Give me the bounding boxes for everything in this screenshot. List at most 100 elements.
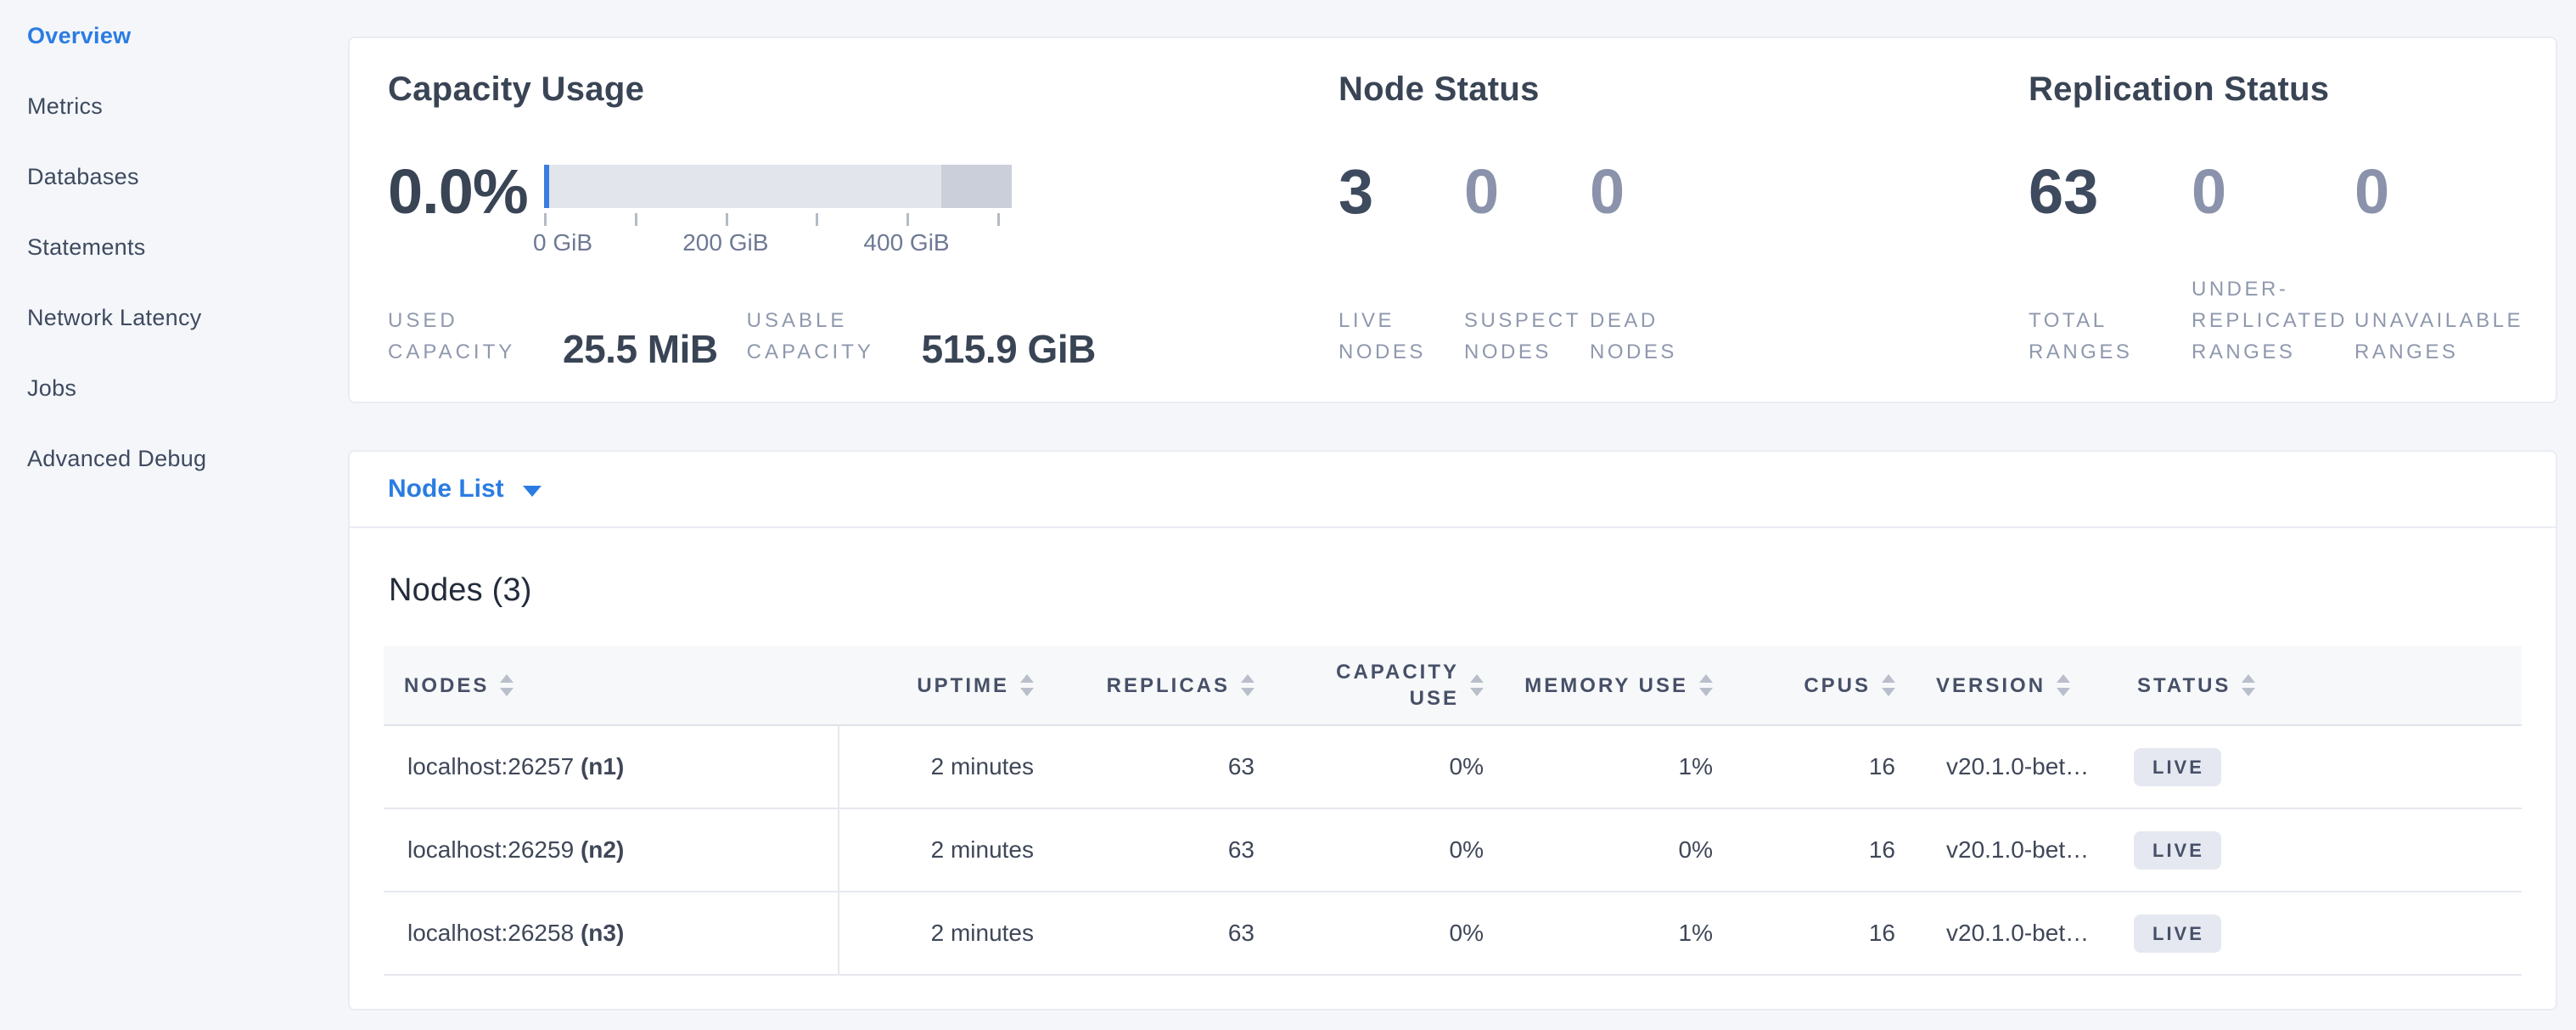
suspect-nodes-label: SUSPECT NODES <box>1464 305 1590 368</box>
sidebar-item-network-latency[interactable]: Network Latency <box>27 304 348 331</box>
uptime-cell: 2 minutes <box>839 892 1054 975</box>
node-row-n2[interactable]: localhost:26259 (n2) 2 minutes 63 0% 0% … <box>384 808 2522 892</box>
node-list-dropdown-label: Node List <box>388 475 504 504</box>
sidebar: Overview Metrics Databases Statements Ne… <box>0 0 348 1030</box>
node-status-metrics: 3 0 0 <box>1339 165 2029 219</box>
sidebar-item-advanced-debug[interactable]: Advanced Debug <box>27 445 348 472</box>
nodes-table: NODES UPTIME REPLICAS CAPACITY USE <box>384 646 2522 976</box>
sidebar-item-jobs[interactable]: Jobs <box>27 374 348 402</box>
node-list-card: Node List Nodes (3) NODES <box>348 450 2557 1010</box>
total-ranges-count: 63 <box>2029 165 2192 219</box>
column-label: MEMORY USE <box>1524 673 1688 699</box>
status-badge: LIVE <box>2134 915 2221 953</box>
column-label: STATUS <box>2137 673 2231 699</box>
column-label: NODES <box>404 673 489 699</box>
column-label: CAPACITY USE <box>1330 659 1459 712</box>
node-status-section: Node Status 3 0 0 LIVE NODES SUSPECT NOD… <box>1339 70 2029 368</box>
node-row-n1[interactable]: localhost:26257 (n1) 2 minutes 63 0% 1% … <box>384 725 2522 808</box>
sidebar-item-overview[interactable]: Overview <box>27 22 348 49</box>
capacity-usage-title: Capacity Usage <box>388 70 1339 109</box>
sort-icon <box>2242 674 2255 696</box>
sidebar-item-statements[interactable]: Statements <box>27 234 348 261</box>
node-address: localhost:26257 <box>407 753 574 780</box>
axis-label-200gib: 200 GiB <box>682 229 768 256</box>
usable-capacity-stat: USABLE CAPACITY 515.9 GiB <box>747 305 1096 368</box>
capacity-use-cell: 0% <box>1275 808 1504 892</box>
caret-down-icon <box>523 486 542 497</box>
replicas-cell: 63 <box>1054 808 1275 892</box>
memory-use-cell: 1% <box>1504 725 1733 808</box>
capacity-use-cell: 0% <box>1275 725 1504 808</box>
nodes-section-title: Nodes (3) <box>389 572 2522 609</box>
dead-nodes-count: 0 <box>1590 165 1715 219</box>
sort-icon <box>1241 674 1254 696</box>
column-label: VERSION <box>1936 673 2046 699</box>
replication-status-section: Replication Status 63 0 0 TOTAL RANGES U… <box>2029 70 2517 368</box>
node-address-cell: localhost:26259 (n2) <box>384 808 839 892</box>
capacity-percent: 0.0% <box>388 165 544 219</box>
used-capacity-value: 25.5 MiB <box>563 330 718 368</box>
node-address: localhost:26258 <box>407 920 574 946</box>
node-address-cell: localhost:26257 (n1) <box>384 725 839 808</box>
nodes-table-header-row: NODES UPTIME REPLICAS CAPACITY USE <box>384 646 2522 725</box>
capacity-bar-chart: 0 GiB 200 GiB 400 GiB <box>544 165 1012 258</box>
capacity-bar <box>544 165 1012 208</box>
column-header-uptime[interactable]: UPTIME <box>839 646 1054 725</box>
sort-icon <box>1020 674 1034 696</box>
column-header-status[interactable]: STATUS <box>2117 646 2522 725</box>
used-capacity-stat: USED CAPACITY 25.5 MiB <box>388 305 718 368</box>
capacity-chart: 0.0% 0 GiB 200 GiB <box>388 165 1339 258</box>
column-header-cpus[interactable]: CPUS <box>1733 646 1916 725</box>
node-id: (n1) <box>581 753 624 780</box>
status-cell: LIVE <box>2117 808 2522 892</box>
unavailable-ranges-count: 0 <box>2354 165 2517 219</box>
node-list-dropdown[interactable]: Node List <box>388 475 542 504</box>
status-badge: LIVE <box>2134 748 2221 786</box>
node-address-cell: localhost:26258 (n3) <box>384 892 839 975</box>
capacity-stats: USED CAPACITY 25.5 MiB USABLE CAPACITY 5… <box>388 305 1339 368</box>
main-content: Capacity Usage 0.0% <box>348 0 2576 1030</box>
column-header-memory-use[interactable]: MEMORY USE <box>1504 646 1733 725</box>
column-header-capacity-use[interactable]: CAPACITY USE <box>1275 646 1504 725</box>
uptime-cell: 2 minutes <box>839 725 1054 808</box>
column-label: REPLICAS <box>1107 673 1230 699</box>
axis-label-400gib: 400 GiB <box>863 229 949 256</box>
column-header-replicas[interactable]: REPLICAS <box>1054 646 1275 725</box>
usable-capacity-label: USABLE CAPACITY <box>747 305 905 368</box>
axis-label-0gib: 0 GiB <box>533 229 592 256</box>
column-header-version[interactable]: VERSION <box>1916 646 2117 725</box>
version-cell: v20.1.0-bet… <box>1916 892 2117 975</box>
column-label: CPUS <box>1804 673 1871 699</box>
dead-nodes-label: DEAD NODES <box>1590 305 1715 368</box>
sort-icon <box>2057 674 2070 696</box>
usable-capacity-value: 515.9 GiB <box>922 330 1096 368</box>
cpus-cell: 16 <box>1733 892 1916 975</box>
capacity-axis-ticks <box>544 208 1012 226</box>
sidebar-item-databases[interactable]: Databases <box>27 163 348 190</box>
memory-use-cell: 1% <box>1504 892 1733 975</box>
cpus-cell: 16 <box>1733 808 1916 892</box>
node-status-title: Node Status <box>1339 70 2029 109</box>
capacity-bar-usable-segment <box>549 165 942 208</box>
replicas-cell: 63 <box>1054 725 1275 808</box>
sort-icon <box>1470 674 1484 696</box>
under-replicated-ranges-label: UNDER-REPLICATED RANGES <box>2192 273 2354 368</box>
sort-icon <box>500 674 514 696</box>
capacity-use-cell: 0% <box>1275 892 1504 975</box>
node-address: localhost:26259 <box>407 836 574 863</box>
cluster-overview-page: Overview Metrics Databases Statements Ne… <box>0 0 2576 1030</box>
memory-use-cell: 0% <box>1504 808 1733 892</box>
cluster-summary-card: Capacity Usage 0.0% <box>348 37 2557 403</box>
cpus-cell: 16 <box>1733 725 1916 808</box>
replication-labels: TOTAL RANGES UNDER-REPLICATED RANGES UNA… <box>2029 273 2517 368</box>
capacity-axis-labels: 0 GiB 200 GiB 400 GiB <box>544 229 1012 258</box>
live-nodes-label: LIVE NODES <box>1339 305 1464 368</box>
sidebar-item-metrics[interactable]: Metrics <box>27 93 348 120</box>
version-cell: v20.1.0-bet… <box>1916 808 2117 892</box>
column-label: UPTIME <box>917 673 1009 699</box>
version-cell: v20.1.0-bet… <box>1916 725 2117 808</box>
node-row-n3[interactable]: localhost:26258 (n3) 2 minutes 63 0% 1% … <box>384 892 2522 975</box>
column-header-nodes[interactable]: NODES <box>384 646 839 725</box>
replication-metrics: 63 0 0 <box>2029 165 2517 219</box>
under-replicated-ranges-count: 0 <box>2192 165 2354 219</box>
